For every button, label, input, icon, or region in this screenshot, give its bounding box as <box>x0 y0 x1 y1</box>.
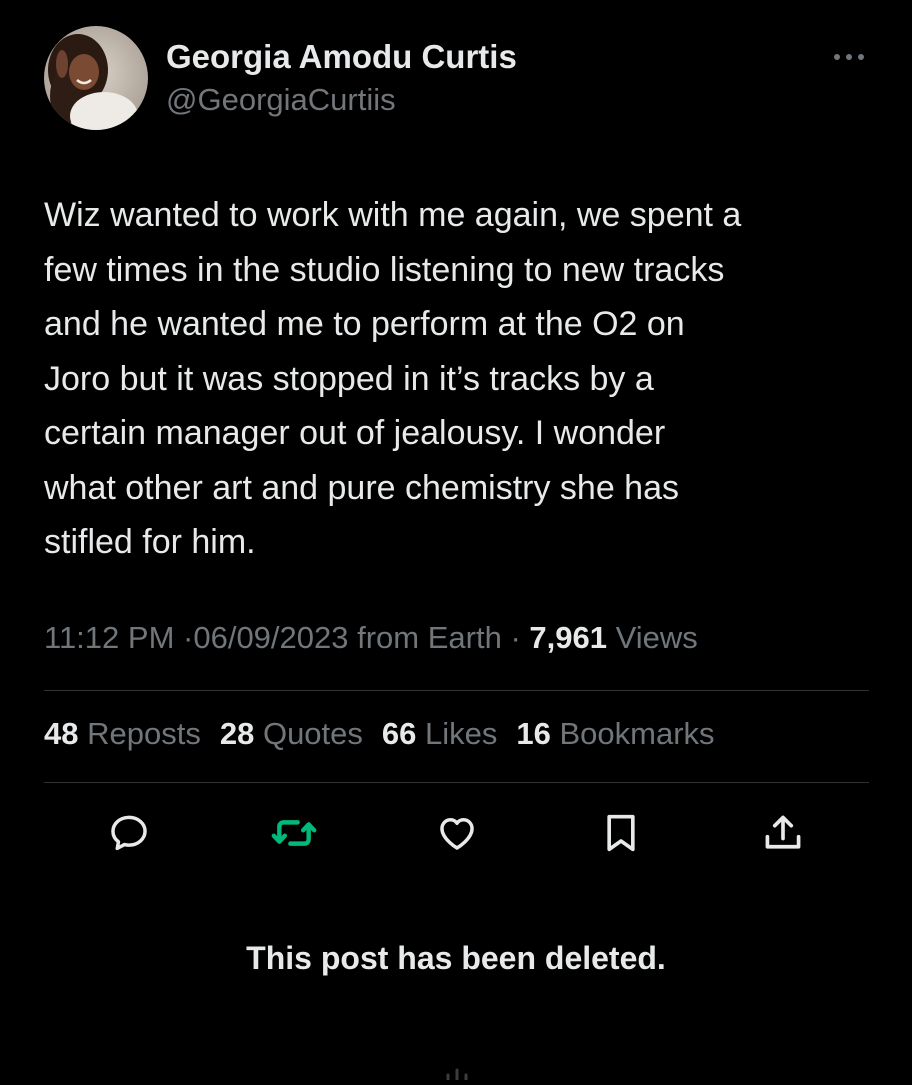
deleted-post-notice: This post has been deleted. <box>246 940 666 976</box>
more-options-button[interactable] <box>826 40 872 74</box>
stat-reposts[interactable]: 48 Reposts <box>44 716 201 752</box>
repost-button[interactable] <box>269 810 319 856</box>
author-display-name[interactable]: Georgia Amodu Curtis <box>166 38 517 76</box>
heart-icon <box>440 818 474 850</box>
stat-bookmarks[interactable]: 16 Bookmarks <box>516 716 714 752</box>
views-label[interactable]: Views <box>616 620 698 655</box>
stat-label: Quotes <box>262 716 363 751</box>
share-icon <box>765 815 801 849</box>
stat-quotes[interactable]: 28 Quotes <box>220 716 363 752</box>
stat-label: Likes <box>425 716 498 751</box>
avatar-image <box>44 26 148 130</box>
reply-button[interactable] <box>104 810 154 856</box>
stat-count: 48 <box>44 716 79 751</box>
stat-count: 16 <box>516 716 551 751</box>
bookmark-icon <box>607 814 635 852</box>
stat-label: Bookmarks <box>559 716 715 751</box>
stat-count: 28 <box>219 716 255 751</box>
stat-count: 66 <box>381 716 417 751</box>
partial-icon <box>446 1066 468 1082</box>
engagement-stats: 48 Reposts 28 Quotes 66 Likes 16 Bookmar… <box>44 716 734 752</box>
post-time[interactable]: 11:12 PM <box>44 620 174 655</box>
bookmark-button[interactable] <box>596 810 646 856</box>
views-count[interactable]: 7,961 <box>529 620 607 655</box>
post-source: from Earth <box>357 620 502 655</box>
stat-likes[interactable]: 66 Likes <box>382 716 497 752</box>
divider <box>44 690 869 691</box>
meta-separator: · <box>510 620 521 655</box>
author-handle[interactable]: @GeorgiaCurtiis <box>166 82 396 118</box>
stat-label: Reposts <box>87 716 201 751</box>
more-options-icon <box>834 54 864 60</box>
share-button[interactable] <box>758 810 808 856</box>
repost-icon <box>271 820 317 846</box>
divider <box>44 782 869 783</box>
reply-icon <box>111 815 147 851</box>
meta-separator: · <box>183 620 194 655</box>
avatar[interactable] <box>44 26 148 130</box>
post-date[interactable]: 06/09/2023 <box>193 620 348 655</box>
post-text: Wiz wanted to work with me again, we spe… <box>44 196 742 561</box>
post-meta: 11:12 PM ·06/09/2023 from Earth · 7,961 … <box>44 620 698 656</box>
like-button[interactable] <box>432 810 482 856</box>
